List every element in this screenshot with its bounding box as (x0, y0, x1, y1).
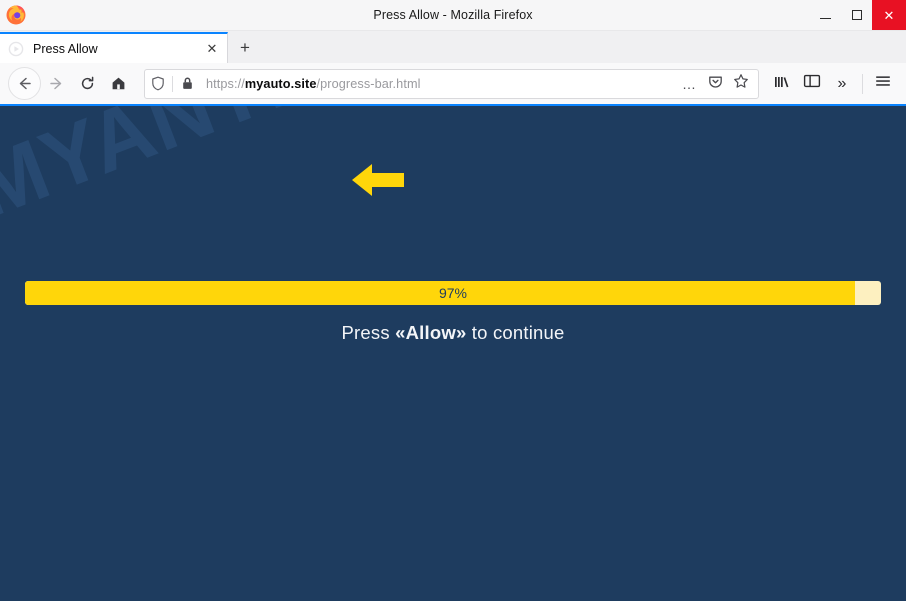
browser-window: Press Allow - Mozilla Firefox ✕ Press Al… (0, 0, 906, 601)
maximize-icon (851, 10, 862, 20)
url-bar[interactable]: https://myauto.site/progress-bar.html … (144, 68, 759, 99)
page-content: MYANTISPYWARE.COM 97% Press «Allow» to c… (0, 106, 906, 601)
sidebar-icon (803, 73, 821, 94)
back-button[interactable] (8, 67, 41, 100)
tab-close-icon[interactable]: ✕ (203, 40, 221, 58)
new-tab-button[interactable]: + (228, 32, 262, 63)
tab-press-allow[interactable]: Press Allow ✕ (0, 32, 228, 63)
bookmark-button[interactable] (728, 70, 754, 98)
tab-strip: Press Allow ✕ + (0, 31, 906, 63)
url-host: myauto.site (244, 76, 317, 91)
instruction-prefix: Press (341, 322, 396, 343)
reload-button[interactable] (72, 68, 103, 99)
shield-icon[interactable] (145, 70, 171, 98)
padlock-icon[interactable] (174, 70, 200, 98)
chevron-double-right-icon: » (837, 74, 847, 92)
ellipsis-icon: … (682, 75, 696, 92)
minimize-icon (820, 17, 831, 19)
tab-title: Press Allow (33, 41, 98, 56)
home-button[interactable] (103, 68, 134, 99)
url-path: /progress-bar.html (316, 76, 421, 91)
toolbar-separator (862, 73, 863, 94)
instruction-text: Press «Allow» to continue (0, 322, 906, 344)
forward-button[interactable] (41, 68, 72, 99)
content-inner: 97% Press «Allow» to continue (0, 106, 906, 601)
identity-separator (172, 75, 173, 92)
home-icon (110, 75, 127, 92)
close-icon: ✕ (883, 7, 895, 23)
play-circle-favicon-icon (8, 41, 24, 57)
maximize-button[interactable] (841, 0, 872, 30)
instruction-emphasis: «Allow» (395, 322, 467, 343)
arrow-left-icon (16, 75, 33, 92)
overflow-button[interactable]: » (827, 69, 857, 99)
library-icon (773, 73, 791, 95)
arrow-right-icon (48, 75, 65, 92)
title-bar: Press Allow - Mozilla Firefox ✕ (0, 0, 906, 31)
instruction-suffix: to continue (466, 322, 565, 343)
close-window-button[interactable]: ✕ (872, 0, 906, 30)
library-button[interactable] (767, 69, 797, 99)
page-actions-button[interactable]: … (676, 70, 702, 98)
window-title: Press Allow - Mozilla Firefox (373, 8, 533, 22)
sidebar-button[interactable] (797, 69, 827, 99)
star-icon (733, 73, 749, 94)
plus-icon: + (240, 38, 250, 57)
pocket-icon (708, 74, 723, 94)
progress-percent-label: 97% (438, 285, 468, 301)
reload-icon (79, 75, 96, 92)
pocket-button[interactable] (702, 70, 728, 98)
firefox-logo-icon (5, 4, 27, 26)
navigation-toolbar: https://myauto.site/progress-bar.html … (0, 63, 906, 106)
window-controls: ✕ (810, 0, 906, 30)
identity-box[interactable] (145, 70, 200, 98)
arrow-left-yellow-icon (350, 158, 410, 202)
url-text[interactable]: https://myauto.site/progress-bar.html (200, 77, 676, 91)
url-scheme: https:// (206, 76, 245, 91)
toolbar-right-group: » (767, 69, 898, 99)
app-menu-button[interactable] (868, 69, 898, 99)
hamburger-menu-icon (874, 73, 892, 94)
minimize-button[interactable] (810, 0, 841, 30)
progress-bar: 97% (25, 281, 881, 305)
